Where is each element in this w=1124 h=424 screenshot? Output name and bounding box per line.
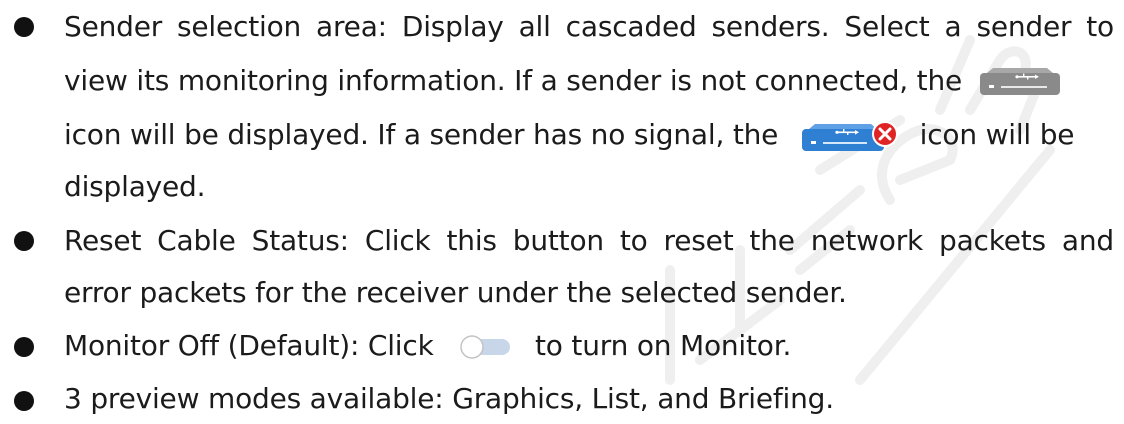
bullet-2-line-2: error packets for the receiver under the…	[64, 276, 847, 309]
toggle-off-icon	[458, 334, 512, 360]
sender-disconnected-icon	[979, 67, 1061, 97]
bullet-1-line-3-text: icon will be displayed. If a sender has …	[64, 118, 779, 151]
bullet-dot	[14, 391, 34, 411]
bullet-1-line-2-text: view its monitoring information. If a se…	[64, 64, 963, 97]
sender-no-signal-icon	[801, 119, 901, 153]
bullet-1-line-1: Sender selection area: Display all casca…	[64, 10, 1114, 43]
bullet-1-line-3: icon will be displayed. If a sender has …	[64, 118, 1075, 153]
bullet-list: Sender selection area: Display all casca…	[0, 0, 1124, 418]
bullet-dot	[14, 337, 34, 357]
bullet-dot	[14, 17, 34, 37]
bullet-1-line-3-tail: icon will be	[919, 118, 1075, 151]
bullet-1-line-4: displayed.	[64, 170, 206, 203]
bullet-4-line-1: 3 preview modes available: Graphics, Lis…	[64, 382, 834, 415]
bullet-1-line-2: view its monitoring information. If a se…	[64, 64, 1069, 98]
bullet-3-line-1-tail: to turn on Monitor.	[535, 329, 792, 362]
bullet-3-line-1: Monitor Off (Default): Click to turn on …	[64, 329, 791, 363]
bullet-dot	[14, 231, 34, 251]
bullet-3-line-1-text: Monitor Off (Default): Click	[64, 329, 434, 362]
bullet-2-line-1: Reset Cable Status: Click this button to…	[64, 224, 1114, 257]
